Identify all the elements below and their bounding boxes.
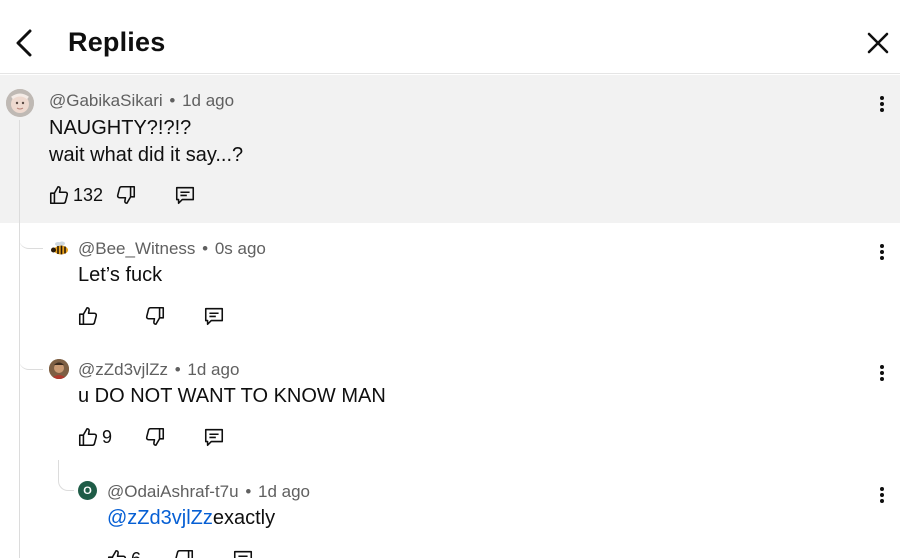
back-arrow-icon[interactable] <box>10 27 38 59</box>
like-button[interactable] <box>77 303 102 329</box>
letter-avatar[interactable]: O <box>78 481 97 500</box>
more-options-icon[interactable] <box>872 481 892 509</box>
like-count: 6 <box>131 549 141 558</box>
like-button[interactable]: 6 <box>106 546 141 558</box>
thumbs-down-icon <box>116 185 136 205</box>
dislike-button[interactable] <box>115 182 137 208</box>
more-options-icon[interactable] <box>872 238 892 266</box>
separator-dot: • <box>245 482 252 501</box>
comment-actions: 9 <box>77 424 237 450</box>
separator-dot: • <box>202 239 209 258</box>
thumbs-up-icon <box>107 549 127 558</box>
reply-comment-icon <box>233 550 253 558</box>
avatar-letter: O <box>83 484 92 497</box>
reply-button[interactable] <box>174 182 196 208</box>
dislike-button[interactable] <box>173 546 195 558</box>
comment-actions: 6 <box>106 546 266 558</box>
comment-text-line: NAUGHTY?!?!? <box>49 117 192 139</box>
like-button[interactable]: 9 <box>77 424 112 450</box>
comment-time: 1d ago <box>258 482 311 501</box>
comment: @Bee_Witness • 0s ago Let’s fuck <box>0 223 900 344</box>
like-count: 132 <box>73 184 104 205</box>
more-options-icon[interactable] <box>872 359 892 387</box>
comment-author[interactable]: @GabikaSikari <box>49 91 163 110</box>
separator-dot: • <box>169 91 176 110</box>
comment-meta: @GabikaSikari • 1d ago <box>49 91 234 111</box>
comment-meta: @zZd3vjlZz • 1d ago <box>78 360 239 380</box>
comment-meta: @OdaiAshraf-t7u • 1d ago <box>107 482 310 502</box>
comment-time: 1d ago <box>187 360 240 379</box>
thumbs-up-icon <box>78 306 98 326</box>
reply-button[interactable] <box>203 303 225 329</box>
reply-text: exactly <box>212 507 276 529</box>
thumbs-down-icon <box>145 306 165 326</box>
baby-photo-avatar[interactable] <box>6 89 34 117</box>
comment: @zZd3vjlZz • 1d ago u DO NOT WANT TO KNO… <box>0 344 900 465</box>
bee-avatar[interactable] <box>49 238 71 260</box>
comment-actions: 132 <box>48 182 208 208</box>
like-count: 9 <box>102 426 113 447</box>
comment-author[interactable]: @zZd3vjlZz <box>78 360 168 379</box>
more-options-icon[interactable] <box>872 90 892 118</box>
page-title: Replies <box>68 27 166 57</box>
thumbs-down-icon <box>175 549 194 558</box>
reply-button[interactable] <box>232 546 254 558</box>
like-button[interactable]: 132 <box>48 182 103 208</box>
dislike-button[interactable] <box>144 303 166 329</box>
thumbs-up-icon <box>49 185 69 205</box>
close-icon[interactable] <box>864 29 892 57</box>
photo-avatar[interactable] <box>49 359 69 379</box>
comment: O @OdaiAshraf-t7u • 1d ago @zZd3vjlZzexa… <box>0 465 900 558</box>
replies-header: Replies <box>0 0 900 74</box>
comment-text-line: @zZd3vjlZzexactly <box>107 504 275 533</box>
comment-meta: @Bee_Witness • 0s ago <box>78 239 266 259</box>
reply-comment-icon <box>204 428 224 447</box>
comment-author[interactable]: @Bee_Witness <box>78 239 195 258</box>
comment-text-line: wait what did it say...? <box>49 144 244 166</box>
reply-comment-icon <box>175 186 195 205</box>
comment: @GabikaSikari • 1d ago NAUGHTY?!?!? wait… <box>0 75 900 223</box>
reply-comment-icon <box>204 307 224 326</box>
thumbs-up-icon <box>78 427 98 447</box>
separator-dot: • <box>174 360 181 379</box>
reply-button[interactable] <box>203 424 225 450</box>
comment-time: 1d ago <box>182 91 235 110</box>
dislike-button[interactable] <box>144 424 166 450</box>
comment-time: 0s ago <box>214 239 266 258</box>
mention-link[interactable]: @zZd3vjlZz <box>107 507 213 529</box>
thumbs-down-icon <box>145 427 165 447</box>
comment-actions <box>77 303 237 329</box>
comment-text-line: u DO NOT WANT TO KNOW MAN <box>78 385 386 407</box>
comment-text-line: Let’s fuck <box>78 264 163 286</box>
comment-author[interactable]: @OdaiAshraf-t7u <box>107 482 239 501</box>
